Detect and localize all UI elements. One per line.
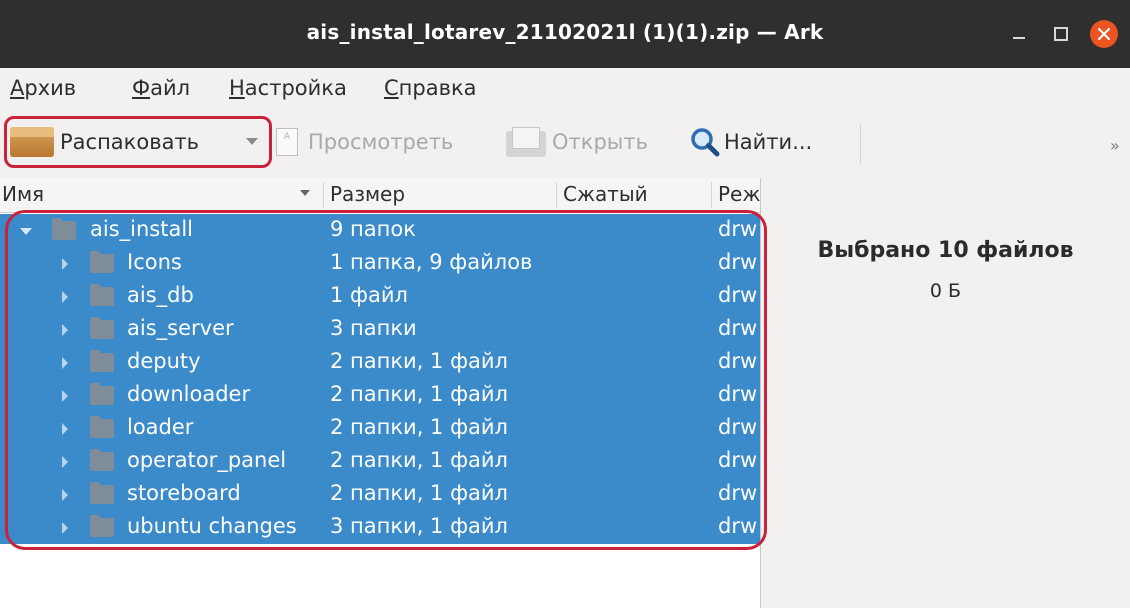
toolbar-overflow-button[interactable]: » (1110, 136, 1120, 155)
selection-size: 0 Б (929, 280, 962, 302)
folder-open-icon (506, 127, 548, 157)
annotation-outline-extract (4, 116, 272, 168)
annotation-outline-selection (5, 210, 767, 550)
find-button[interactable]: Найти... (690, 124, 812, 160)
window-title: ais_instal_lotarev_21102021l (1)(1).zip … (306, 20, 824, 44)
column-name[interactable]: Имя (2, 182, 44, 206)
minimize-button[interactable] (1008, 22, 1032, 46)
preview-button[interactable]: A Просмотреть (276, 124, 453, 160)
menu-help[interactable]: Справка (384, 76, 477, 100)
maximize-button[interactable] (1049, 22, 1073, 46)
column-divider (323, 182, 324, 208)
title-bar: ais_instal_lotarev_21102021l (1)(1).zip … (0, 0, 1130, 68)
close-icon (1098, 28, 1110, 40)
selection-summary: Выбрано 10 файлов (817, 238, 1074, 263)
column-size[interactable]: Размер (330, 182, 405, 206)
menu-settings[interactable]: Настройка (229, 76, 347, 100)
menu-file[interactable]: Файл (132, 76, 190, 100)
column-header: Имя Размер Сжатый Реж (0, 178, 760, 213)
find-label: Найти... (724, 130, 813, 154)
column-compressed[interactable]: Сжатый (563, 182, 648, 206)
preview-label: Просмотреть (308, 130, 454, 154)
column-divider (711, 182, 712, 208)
menu-archive[interactable]: Архив (10, 76, 76, 100)
close-button[interactable] (1090, 20, 1118, 48)
info-panel: Выбрано 10 файлов 0 Б (761, 178, 1130, 608)
toolbar-separator (860, 124, 861, 164)
menu-bar: Архив Файл Настройка Справка (0, 68, 1130, 110)
open-button[interactable]: Открыть (506, 124, 648, 160)
magnifier-icon (691, 128, 720, 157)
document-icon: A (276, 128, 298, 156)
open-label: Открыть (552, 130, 648, 154)
column-divider (556, 182, 557, 208)
sort-descending-icon (300, 190, 310, 196)
column-mode[interactable]: Реж (718, 182, 760, 206)
